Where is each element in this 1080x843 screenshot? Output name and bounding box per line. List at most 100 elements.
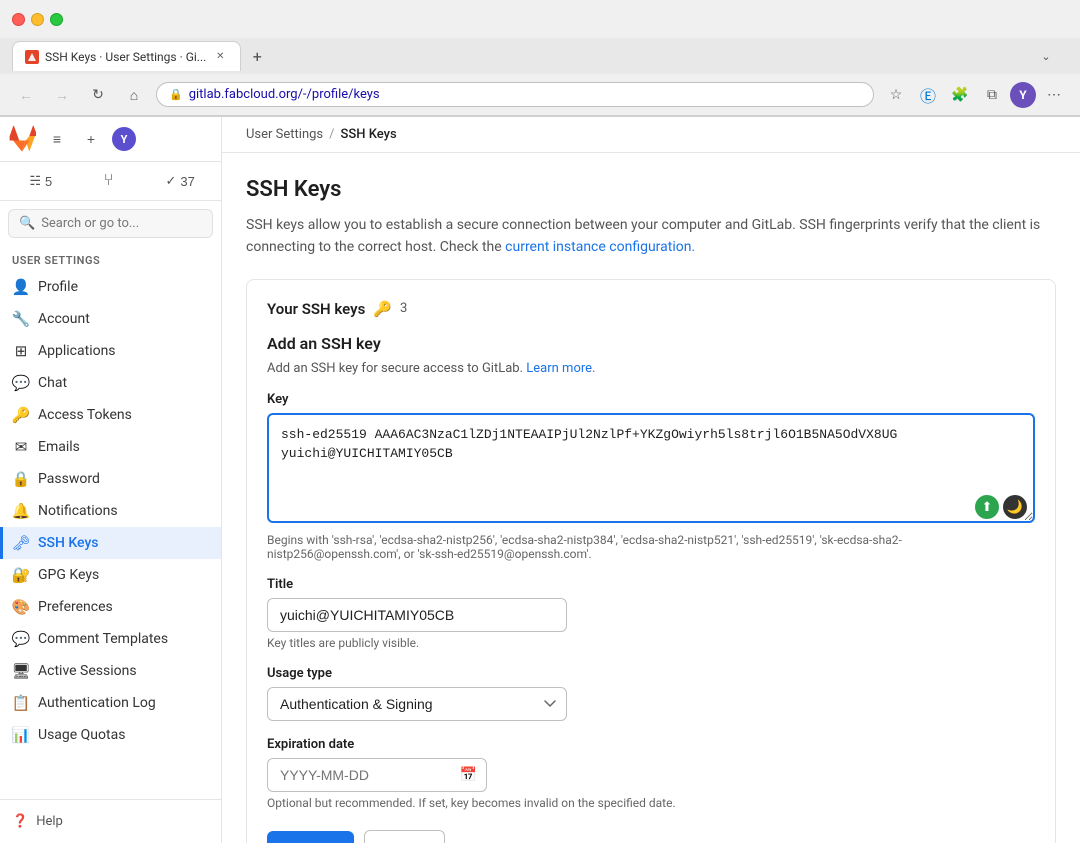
- nav-icon-emails: ✉: [12, 438, 30, 456]
- breadcrumb: User Settings / SSH Keys: [222, 117, 1080, 153]
- more-tabs-button[interactable]: ⌄: [1032, 42, 1060, 70]
- help-item[interactable]: ❓ Help: [12, 808, 209, 835]
- search-bar[interactable]: 🔍 Search or go to...: [8, 209, 213, 238]
- sidebar-item-ssh-keys[interactable]: 🗝 SSH Keys: [0, 527, 221, 559]
- page-title: SSH Keys: [246, 177, 1056, 202]
- home-button[interactable]: ⌂: [120, 81, 148, 109]
- gitlab-logo: [8, 125, 36, 153]
- key-theme-button[interactable]: 🌙: [1003, 495, 1027, 519]
- your-keys-label: Your SSH keys: [267, 300, 365, 318]
- traffic-lights: [12, 13, 63, 26]
- maximize-window-button[interactable]: [50, 13, 63, 26]
- expiration-input[interactable]: [267, 758, 487, 792]
- date-input-wrapper: 📅: [267, 758, 487, 792]
- nav-icon-applications: ⊞: [12, 342, 30, 360]
- nav-label-emails: Emails: [38, 439, 80, 455]
- todo-counter-button[interactable]: ☵ 5: [8, 168, 74, 194]
- sidebar-top: ≡ + Y: [0, 117, 221, 162]
- title-input[interactable]: [267, 598, 567, 632]
- back-button[interactable]: ←: [12, 81, 40, 109]
- user-avatar[interactable]: Y: [112, 127, 136, 151]
- todo-count: 5: [45, 174, 52, 189]
- browser-tab[interactable]: SSH Keys · User Settings · Gi... ✕: [12, 41, 241, 71]
- your-keys-title: Your SSH keys 🔑 3: [267, 300, 1035, 318]
- tab-close-button[interactable]: ✕: [212, 49, 228, 65]
- search-placeholder: Search or go to...: [41, 216, 139, 231]
- sidebar-item-profile[interactable]: 👤 Profile: [0, 271, 221, 303]
- sidebar-item-password[interactable]: 🔒 Password: [0, 463, 221, 495]
- key-hint: Begins with 'ssh-rsa', 'ecdsa-sha2-nistp…: [267, 533, 1035, 561]
- sidebar-item-account[interactable]: 🔧 Account: [0, 303, 221, 335]
- menu-button[interactable]: ⋯: [1040, 81, 1068, 109]
- sidebar-item-emails[interactable]: ✉ Emails: [0, 431, 221, 463]
- search-icon: 🔍: [19, 216, 35, 231]
- sidebar-item-comment-templates[interactable]: 💬 Comment Templates: [0, 623, 221, 655]
- nav-label-applications: Applications: [38, 343, 116, 359]
- todo-icon: ☵: [29, 173, 41, 189]
- key-textarea[interactable]: ssh-ed25519 AAA6AC3NzaC1lZDj1NTEAAIPjUl2…: [267, 413, 1035, 523]
- key-upload-button[interactable]: ⬆: [975, 495, 999, 519]
- instance-config-link[interactable]: current instance configuration.: [505, 239, 695, 255]
- new-tab-button[interactable]: +: [245, 44, 269, 68]
- usage-type-select[interactable]: Authentication & SigningAuthenticationSi…: [267, 687, 567, 721]
- sidebar-item-auth-log[interactable]: 📋 Authentication Log: [0, 687, 221, 719]
- nav-icon-ssh-keys: 🗝: [12, 534, 30, 552]
- help-label: Help: [36, 814, 63, 829]
- nav-icon-account: 🔧: [12, 310, 30, 328]
- add-key-form: Add an SSH key Add an SSH key for secure…: [267, 334, 1035, 843]
- key-textarea-icons: ⬆ 🌙: [975, 495, 1027, 519]
- star-button[interactable]: ☆: [882, 81, 910, 109]
- nav-label-password: Password: [38, 471, 100, 487]
- nav-icon-password: 🔒: [12, 470, 30, 488]
- split-screen-button[interactable]: ⧉: [978, 81, 1006, 109]
- sidebar-section-header: User settings: [0, 246, 221, 271]
- sidebar-new-button[interactable]: +: [78, 126, 104, 152]
- tab-title: SSH Keys · User Settings · Gi...: [45, 50, 206, 64]
- title-hint: Key titles are publicly visible.: [267, 636, 1035, 650]
- sidebar-nav: 👤 Profile 🔧 Account ⊞ Applications 💬 Cha…: [0, 271, 221, 751]
- breadcrumb-current: SSH Keys: [341, 127, 397, 142]
- browser-actions: ☆ Ⓔ 🧩 ⧉ Y ⋯: [882, 81, 1068, 109]
- cancel-button[interactable]: Cancel: [364, 830, 446, 843]
- sidebar-item-notifications[interactable]: 🔔 Notifications: [0, 495, 221, 527]
- issues-count: 37: [180, 174, 194, 189]
- close-window-button[interactable]: [12, 13, 25, 26]
- sidebar-item-preferences[interactable]: 🎨 Preferences: [0, 591, 221, 623]
- learn-more-link[interactable]: Learn more.: [526, 361, 595, 376]
- breadcrumb-parent[interactable]: User Settings: [246, 127, 323, 142]
- minimize-window-button[interactable]: [31, 13, 44, 26]
- address-bar[interactable]: 🔒 gitlab.fabcloud.org/-/profile/keys: [156, 82, 874, 107]
- sidebar-item-chat[interactable]: 💬 Chat: [0, 367, 221, 399]
- forward-button[interactable]: →: [48, 81, 76, 109]
- expiration-form-group: Expiration date 📅 Optional but recommend…: [267, 737, 1035, 810]
- page-body: SSH Keys SSH keys allow you to establish…: [222, 153, 1080, 843]
- mr-counter-button[interactable]: ⑂: [78, 168, 144, 194]
- sidebar-item-applications[interactable]: ⊞ Applications: [0, 335, 221, 367]
- browser-nav-bar: ← → ↻ ⌂ 🔒 gitlab.fabcloud.org/-/profile/…: [0, 74, 1080, 116]
- sidebar-toggle-button[interactable]: ≡: [44, 126, 70, 152]
- app-container: ≡ + Y ☵ 5 ⑂ ✓ 37 🔍 Search or go to... Us…: [0, 117, 1080, 843]
- nav-icon-chat: 💬: [12, 374, 30, 392]
- add-key-button[interactable]: Add key: [267, 831, 354, 843]
- add-key-form-desc: Add an SSH key for secure access to GitL…: [267, 361, 1035, 376]
- sidebar-item-active-sessions[interactable]: 🖥 Active Sessions: [0, 655, 221, 687]
- sidebar-item-access-tokens[interactable]: 🔑 Access Tokens: [0, 399, 221, 431]
- key-icon: 🔑: [373, 300, 392, 318]
- main-content: User Settings / SSH Keys SSH Keys SSH ke…: [222, 117, 1080, 843]
- nav-icon-comment-templates: 💬: [12, 630, 30, 648]
- issues-counter-button[interactable]: ✓ 37: [147, 168, 213, 194]
- add-key-form-title: Add an SSH key: [267, 334, 1035, 353]
- browser-tab-bar: SSH Keys · User Settings · Gi... ✕ + ⌄: [0, 38, 1080, 74]
- issues-icon: ✓: [165, 173, 176, 189]
- nav-label-gpg-keys: GPG Keys: [38, 567, 99, 583]
- browser-profile-button[interactable]: Y: [1010, 82, 1036, 108]
- your-keys-section: Your SSH keys 🔑 3 Add an SSH key Add an …: [246, 279, 1056, 843]
- sidebar-item-usage-quotas[interactable]: 📊 Usage Quotas: [0, 719, 221, 751]
- expiration-hint: Optional but recommended. If set, key be…: [267, 796, 1035, 810]
- form-actions: Add key Cancel: [267, 830, 1035, 843]
- sidebar-item-gpg-keys[interactable]: 🔐 GPG Keys: [0, 559, 221, 591]
- nav-label-notifications: Notifications: [38, 503, 118, 519]
- extensions-button[interactable]: 🧩: [946, 81, 974, 109]
- sidebar-bottom: ❓ Help: [0, 799, 221, 843]
- reload-button[interactable]: ↻: [84, 81, 112, 109]
